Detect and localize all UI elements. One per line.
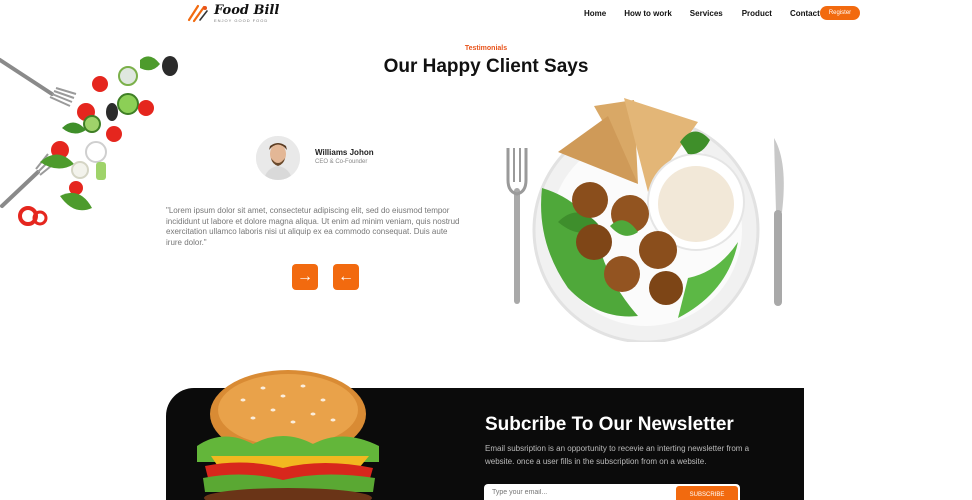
- section-title: Our Happy Client Says: [383, 56, 589, 77]
- brand-logo[interactable]: Food Bill ENJOY GOOD FOOD: [186, 2, 279, 24]
- nav-contact[interactable]: Contact: [790, 9, 820, 18]
- burger-image: [197, 370, 379, 500]
- brand-tagline: ENJOY GOOD FOOD: [214, 17, 269, 23]
- subscribe-button[interactable]: SUBSCRIBE: [676, 486, 738, 500]
- arrow-right-icon: →: [297, 268, 313, 285]
- falafel-plate-image: [506, 98, 784, 342]
- client-role: CEO & Co-Founder: [315, 159, 368, 165]
- nav-services[interactable]: Services: [690, 9, 723, 18]
- logo-icon: [187, 4, 208, 23]
- email-input[interactable]: [492, 489, 662, 496]
- section-tag: Testimonials: [464, 45, 508, 52]
- testimonial-quote: "Lorem ipsum dolor sit amet, consectetur…: [166, 206, 460, 247]
- client-name: Williams Johon: [315, 148, 374, 157]
- brand-name: Food Bill: [214, 2, 280, 18]
- nav-home[interactable]: Home: [584, 9, 606, 18]
- main-nav: Home How to work Services Product Contac…: [584, 9, 820, 18]
- nav-product[interactable]: Product: [742, 9, 772, 18]
- arrow-left-icon: ←: [338, 268, 354, 285]
- prev-button[interactable]: ←: [333, 264, 359, 290]
- newsletter-title: Subcribe To Our Newsletter: [485, 414, 734, 435]
- client-avatar: [256, 136, 300, 180]
- site-header: Food Bill ENJOY GOOD FOOD Home How to wo…: [0, 0, 972, 28]
- newsletter-description: Email subsription is an opportunity to r…: [485, 444, 750, 466]
- register-button[interactable]: Register: [820, 6, 860, 20]
- nav-how-to-work[interactable]: How to work: [624, 9, 672, 18]
- client-photo: [256, 136, 300, 180]
- newsletter-form: SUBSCRIBE: [484, 484, 740, 500]
- next-button[interactable]: →: [292, 264, 318, 290]
